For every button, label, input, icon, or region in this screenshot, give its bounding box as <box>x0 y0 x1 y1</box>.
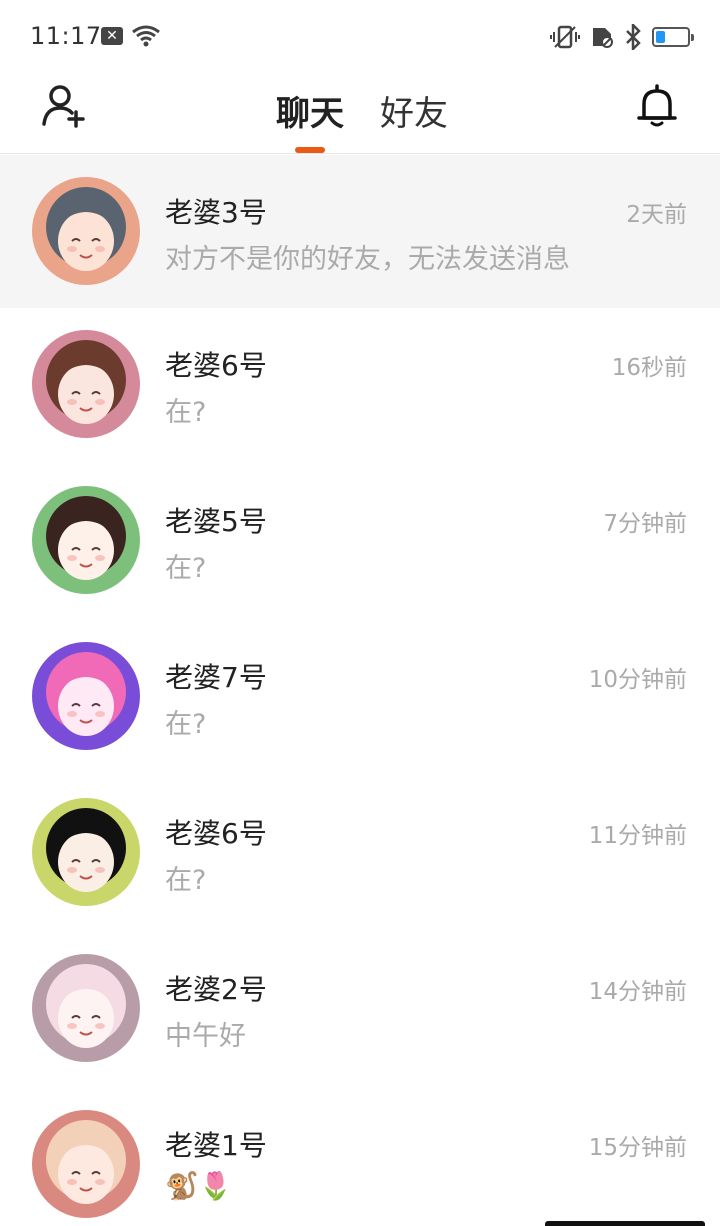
message-preview: 在? <box>165 397 207 428</box>
message-time: 11分钟前 <box>588 823 687 849</box>
contact-name: 老婆2号 <box>165 973 267 1006</box>
wifi-icon <box>132 25 160 47</box>
tab-friends[interactable]: 好友 <box>380 86 448 135</box>
status-icons <box>550 22 694 52</box>
contact-name: 老婆7号 <box>165 661 267 694</box>
avatar[interactable] <box>32 486 140 594</box>
message-preview: 对方不是你的好友，无法发送消息 <box>165 244 570 275</box>
message-time: 10分钟前 <box>588 667 687 693</box>
x-notification-icon: ✕ <box>101 27 123 45</box>
message-time: 2天前 <box>626 202 687 228</box>
add-friend-icon[interactable] <box>40 82 88 128</box>
avatar[interactable] <box>32 954 140 1062</box>
tab-chat[interactable]: 聊天 <box>276 86 344 135</box>
home-indicator[interactable] <box>545 1221 705 1226</box>
avatar[interactable] <box>32 1110 140 1218</box>
conversation-item[interactable]: 老婆7号在? 10分钟前 <box>0 620 720 776</box>
battery-icon <box>652 27 694 47</box>
message-time: 16秒前 <box>611 355 687 381</box>
message-time: 7分钟前 <box>603 511 687 537</box>
conversation-item[interactable]: 老婆1号 🐒🌷 15分钟前 <box>0 1088 720 1226</box>
contact-name: 老婆1号 <box>165 1129 267 1162</box>
contact-name: 老婆5号 <box>165 505 267 538</box>
avatar[interactable] <box>32 798 140 906</box>
battery-level <box>656 31 665 43</box>
contact-name: 老婆3号 <box>165 196 267 229</box>
status-bar: 11:17 ✕ <box>0 0 720 72</box>
sim-off-icon <box>593 28 613 48</box>
avatar[interactable] <box>32 177 140 285</box>
conversation-item[interactable]: 老婆5号在? 7分钟前 <box>0 464 720 620</box>
avatar[interactable] <box>32 642 140 750</box>
conversation-item[interactable]: 老婆6号在? 16秒前 <box>0 308 720 464</box>
conversation-item[interactable]: 老婆2号中午好 14分钟前 <box>0 932 720 1088</box>
contact-name: 老婆6号 <box>165 817 267 850</box>
vibrate-icon <box>550 25 580 49</box>
contact-name: 老婆6号 <box>165 349 267 382</box>
conversation-list: 老婆3号 对方不是你的好友，无法发送消息 2天前 老婆6号 在? 16秒前 老婆5号 在? 7分… <box>0 155 720 1226</box>
top-nav: 聊天 好友 <box>0 72 720 154</box>
message-preview: 在? <box>165 865 207 896</box>
message-preview: 在? <box>165 553 207 584</box>
conversation-item[interactable]: 老婆6号在? 11分钟前 <box>0 776 720 932</box>
message-preview: 中午好 <box>165 1021 246 1052</box>
message-time: 14分钟前 <box>588 979 687 1005</box>
bell-icon[interactable] <box>636 82 678 128</box>
conversation-item[interactable]: 老婆3号对方不是你的好友，无法发送消息 2天前 <box>0 155 720 308</box>
avatar[interactable] <box>32 330 140 438</box>
message-preview: 在? <box>165 709 207 740</box>
active-tab-indicator <box>295 147 325 153</box>
message-preview: 🐒🌷 <box>165 1171 233 1202</box>
status-time: 11:17 <box>30 22 102 50</box>
bluetooth-icon <box>626 24 641 50</box>
message-time: 15分钟前 <box>588 1135 687 1161</box>
